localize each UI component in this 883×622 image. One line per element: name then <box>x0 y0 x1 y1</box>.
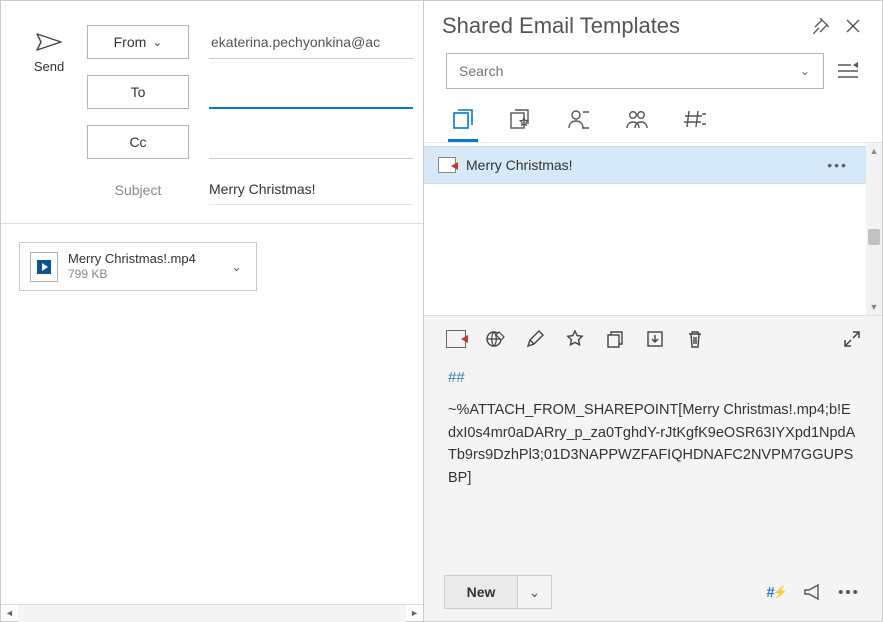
templates-panel: Shared Email Templates ⌄ <box>424 1 882 621</box>
close-button[interactable] <box>842 15 864 37</box>
search-box: ⌄ <box>446 53 824 89</box>
import-button[interactable] <box>644 328 666 350</box>
panel-title: Shared Email Templates <box>442 13 800 39</box>
pin-button[interactable] <box>810 15 832 37</box>
template-item-menu-button[interactable]: ••• <box>823 153 852 177</box>
from-label: From <box>114 34 147 50</box>
send-icon <box>36 33 62 51</box>
subject-label: Subject <box>87 182 189 198</box>
template-item-name: Merry Christmas! <box>466 157 813 173</box>
tabs <box>424 99 882 143</box>
more-button[interactable]: ••• <box>836 579 862 605</box>
manage-selection-button[interactable] <box>836 59 860 83</box>
search-row: ⌄ <box>424 47 882 99</box>
macro-button[interactable]: #⚡ <box>764 579 790 605</box>
from-button[interactable]: From ⌄ <box>87 25 189 59</box>
subject-input[interactable]: Merry Christmas! <box>209 175 413 205</box>
compose-fields: From ⌄ To Cc Subject Merry Christmas! <box>87 17 413 213</box>
expand-button[interactable] <box>844 331 860 347</box>
attachment-item[interactable]: Merry Christmas!.mp4 799 KB ⌄ <box>19 242 257 291</box>
cc-input[interactable] <box>209 125 413 159</box>
horizontal-scrollbar[interactable]: ◄ ► <box>1 604 423 621</box>
scroll-up-button[interactable]: ▲ <box>866 143 882 159</box>
edit-button[interactable] <box>524 328 546 350</box>
search-input[interactable] <box>447 54 787 88</box>
from-input[interactable] <box>209 25 413 59</box>
attachment-name: Merry Christmas!.mp4 <box>68 251 217 267</box>
tab-my-templates[interactable] <box>564 104 594 142</box>
chevron-down-icon: ⌄ <box>152 35 162 49</box>
from-row: From ⌄ <box>87 17 413 67</box>
tab-team-templates[interactable] <box>622 104 652 142</box>
template-item[interactable]: Merry Christmas! ••• <box>424 146 866 184</box>
new-dropdown-button[interactable]: ⌄ <box>518 575 552 609</box>
tab-all-templates[interactable] <box>448 104 478 142</box>
template-list-container: Merry Christmas! ••• ▲ ▼ <box>424 143 882 315</box>
scroll-thumb[interactable] <box>868 229 880 245</box>
detail-footer: New ⌄ #⚡ ••• <box>424 567 882 621</box>
templates-header: Shared Email Templates <box>424 1 882 47</box>
template-tags: ## <box>448 366 858 389</box>
template-body: ## ~%ATTACH_FROM_SHAREPOINT[Merry Christ… <box>424 362 882 567</box>
attachment-area: Merry Christmas!.mp4 799 KB ⌄ <box>1 224 423 309</box>
search-dropdown-button[interactable]: ⌄ <box>787 54 823 88</box>
video-file-icon <box>30 252 58 282</box>
copy-button[interactable] <box>604 328 626 350</box>
attachment-size: 799 KB <box>68 267 217 282</box>
to-label: To <box>131 84 146 100</box>
scroll-down-button[interactable]: ▼ <box>866 299 882 315</box>
cc-row: Cc <box>87 117 413 167</box>
insert-template-icon <box>438 157 456 173</box>
scroll-right-button[interactable]: ► <box>406 605 423 622</box>
scroll-left-button[interactable]: ◄ <box>1 605 18 622</box>
edit-html-button[interactable] <box>484 328 506 350</box>
to-button[interactable]: To <box>87 75 189 109</box>
paste-template-button[interactable] <box>446 330 466 348</box>
template-content: ~%ATTACH_FROM_SHAREPOINT[Merry Christmas… <box>448 399 858 489</box>
template-list: Merry Christmas! ••• <box>424 143 866 315</box>
announce-button[interactable] <box>800 579 826 605</box>
send-label: Send <box>34 59 64 74</box>
compose-header: Send From ⌄ To Cc <box>1 1 423 223</box>
tab-tags[interactable] <box>680 104 710 142</box>
to-input[interactable] <box>209 75 413 109</box>
new-button[interactable]: New <box>444 575 518 609</box>
delete-button[interactable] <box>684 328 706 350</box>
attachment-text: Merry Christmas!.mp4 799 KB <box>68 251 217 282</box>
favorite-button[interactable] <box>564 328 586 350</box>
send-button[interactable]: Send <box>19 17 79 80</box>
scroll-track[interactable] <box>18 605 406 622</box>
template-detail: ## ~%ATTACH_FROM_SHAREPOINT[Merry Christ… <box>424 315 882 621</box>
to-row: To <box>87 67 413 117</box>
vertical-scrollbar[interactable]: ▲ ▼ <box>866 143 882 315</box>
tab-favorites[interactable] <box>506 104 536 142</box>
cc-label: Cc <box>129 134 146 150</box>
detail-toolbar <box>424 316 882 362</box>
subject-row: Subject Merry Christmas! <box>87 167 413 213</box>
compose-panel: Send From ⌄ To Cc <box>1 1 424 621</box>
cc-button[interactable]: Cc <box>87 125 189 159</box>
attachment-menu-button[interactable]: ⌄ <box>227 255 246 279</box>
